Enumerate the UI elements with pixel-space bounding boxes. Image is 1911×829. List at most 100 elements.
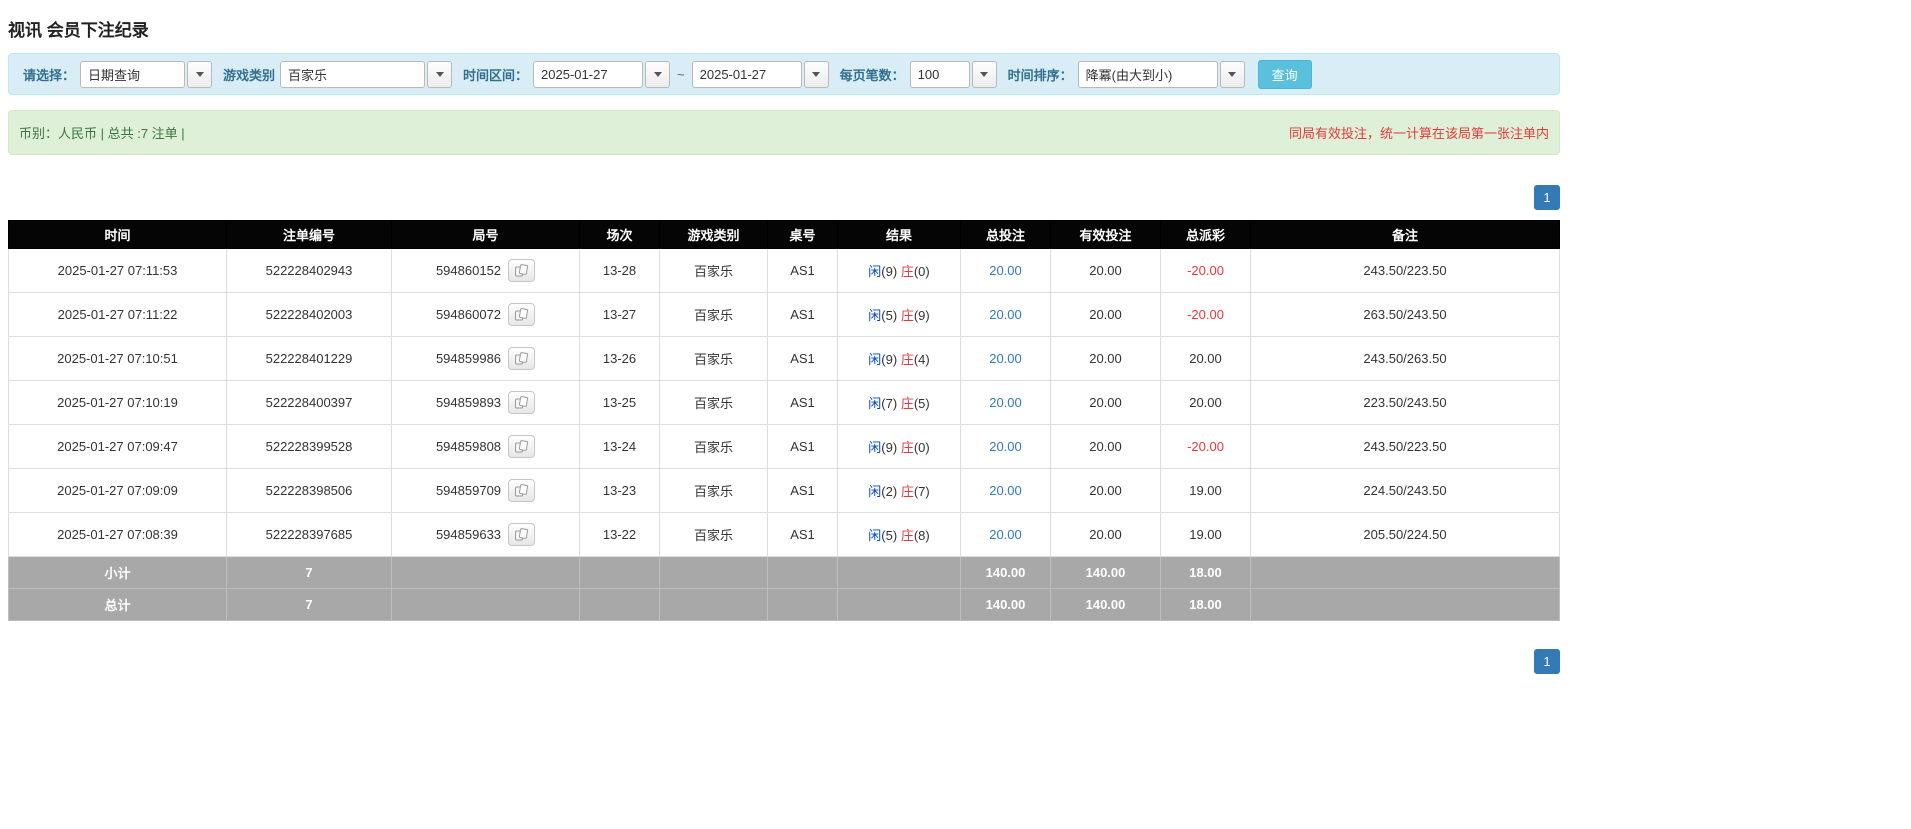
subtotal-row: 小计 7 140.00 140.00 18.00 [8, 556, 1560, 589]
cards-icon [515, 440, 529, 453]
remark-cell: 263.50/243.50 [1250, 292, 1560, 337]
replay-button[interactable] [508, 303, 536, 326]
round-cell: 594859808 [391, 424, 580, 469]
payout-value: 20.00 [1189, 395, 1222, 410]
total-bet-cell: 20.00 [960, 512, 1051, 557]
summary-bar: 币别：人民币 | 总共 :7 注单 | 同局有效投注，统一计算在该局第一张注单内 [8, 110, 1560, 155]
col-header-session: 场次 [579, 220, 660, 249]
result-cell: 闲(5) 庄(8) [837, 512, 961, 557]
bet-id-cell: 522228397685 [226, 512, 392, 557]
total-bet-cell: 20.00 [960, 292, 1051, 337]
game-type-cell: 百家乐 [659, 336, 768, 381]
cards-icon [515, 264, 529, 277]
session-cell: 13-25 [579, 380, 660, 425]
total-total-bet: 140.00 [960, 588, 1051, 621]
col-header-game-type: 游戏类别 [659, 220, 768, 249]
total-bet-link[interactable]: 20.00 [989, 307, 1022, 322]
replay-button[interactable] [508, 523, 536, 546]
search-button[interactable]: 查询 [1257, 59, 1312, 89]
pagination-top: 1 [8, 185, 1560, 210]
table-summary-body: 小计 7 140.00 140.00 18.00 总计 7 140.00 140… [8, 556, 1560, 621]
total-bet-link[interactable]: 20.00 [989, 527, 1022, 542]
result-banker-score: (0) [913, 440, 930, 455]
result-banker-score: (4) [913, 352, 930, 367]
result-banker-score: (9) [913, 308, 930, 323]
replay-button[interactable] [508, 479, 536, 502]
table-no-cell: AS1 [767, 336, 838, 381]
filter-bar: 请选择： 游戏类别 时间区间： ~ 每页笔数： 时间排序： [8, 53, 1560, 95]
result-player-score: (5) [881, 308, 898, 323]
caret-down-icon [980, 71, 989, 77]
game-type-label: 游戏类别 [223, 67, 276, 83]
payout-value: 19.00 [1189, 527, 1222, 542]
replay-button[interactable] [508, 259, 536, 282]
round-id: 594860072 [435, 307, 502, 322]
table-row: 2025-01-27 07:11:22 522228402003 5948600… [8, 292, 1560, 337]
bet-id-cell: 522228401229 [226, 336, 392, 381]
remark-cell: 224.50/243.50 [1250, 468, 1560, 513]
remark-cell: 243.50/223.50 [1250, 424, 1560, 469]
round-id: 594859893 [435, 395, 502, 410]
col-header-payout: 总派彩 [1160, 220, 1251, 249]
col-header-table-no: 桌号 [767, 220, 838, 249]
date-separator: ~ [677, 66, 685, 82]
date-from-input[interactable] [533, 60, 644, 88]
game-type-input[interactable] [280, 60, 426, 88]
page-size-input[interactable] [909, 60, 970, 88]
game-type-combobox [280, 60, 453, 88]
page-button-1[interactable]: 1 [1534, 185, 1560, 210]
result-cell: 闲(9) 庄(4) [837, 336, 961, 381]
bet-id-cell: 522228402003 [226, 292, 392, 337]
result-banker-label: 庄 [900, 440, 914, 455]
session-cell: 13-27 [579, 292, 660, 337]
total-bet-cell: 20.00 [960, 468, 1051, 513]
total-bet-link[interactable]: 20.00 [989, 351, 1022, 366]
result-banker-label: 庄 [900, 352, 914, 367]
bet-records-table: 时间 注单编号 局号 场次 游戏类别 桌号 结果 总投注 有效投注 总派彩 备注… [8, 220, 1560, 621]
total-bet-link[interactable]: 20.00 [989, 483, 1022, 498]
time-cell: 2025-01-27 07:10:19 [8, 380, 227, 425]
col-header-total-bet: 总投注 [960, 220, 1051, 249]
valid-bet-cell: 20.00 [1050, 248, 1161, 293]
result-player-label: 闲 [868, 264, 882, 279]
date-from-combobox [533, 60, 671, 88]
time-sort-input[interactable] [1077, 60, 1218, 88]
result-cell: 闲(9) 庄(0) [837, 424, 961, 469]
page-size-combobox [909, 60, 997, 88]
date-to-input[interactable] [691, 60, 802, 88]
game-type-dropdown-button[interactable] [427, 60, 453, 88]
caret-down-icon [653, 71, 662, 77]
result-player-score: (9) [881, 264, 898, 279]
result-banker-score: (5) [913, 396, 930, 411]
game-type-cell: 百家乐 [659, 248, 768, 293]
select-type-dropdown-button[interactable] [187, 60, 213, 88]
round-id: 594859709 [435, 483, 502, 498]
replay-button[interactable] [508, 435, 536, 458]
time-sort-dropdown-button[interactable] [1219, 60, 1245, 88]
result-player-label: 闲 [868, 308, 882, 323]
result-banker-score: (8) [913, 528, 930, 543]
total-bet-link[interactable]: 20.00 [989, 439, 1022, 454]
page-button-1-bottom[interactable]: 1 [1534, 649, 1560, 674]
result-player-label: 闲 [868, 396, 882, 411]
result-player-label: 闲 [868, 528, 882, 543]
main-content: 视讯 会员下注纪录 请选择： 游戏类别 时间区间： ~ 每页笔数： 时间排序： [0, 0, 1560, 694]
remark-cell: 243.50/263.50 [1250, 336, 1560, 381]
result-cell: 闲(7) 庄(5) [837, 380, 961, 425]
select-type-input[interactable] [80, 60, 186, 88]
valid-bet-cell: 20.00 [1050, 380, 1161, 425]
bet-id-cell: 522228399528 [226, 424, 392, 469]
time-sort-label: 时间排序： [1007, 67, 1073, 83]
table-row: 2025-01-27 07:10:19 522228400397 5948598… [8, 380, 1560, 425]
subtotal-label: 小计 [8, 556, 227, 589]
page-size-dropdown-button[interactable] [971, 60, 997, 88]
replay-button[interactable] [508, 391, 536, 414]
total-bet-link[interactable]: 20.00 [989, 263, 1022, 278]
date-from-dropdown-button[interactable] [645, 60, 671, 88]
round-cell: 594859986 [391, 336, 580, 381]
valid-bet-cell: 20.00 [1050, 292, 1161, 337]
total-bet-link[interactable]: 20.00 [989, 395, 1022, 410]
date-to-dropdown-button[interactable] [803, 60, 829, 88]
replay-button[interactable] [508, 347, 536, 370]
result-player-label: 闲 [868, 352, 882, 367]
